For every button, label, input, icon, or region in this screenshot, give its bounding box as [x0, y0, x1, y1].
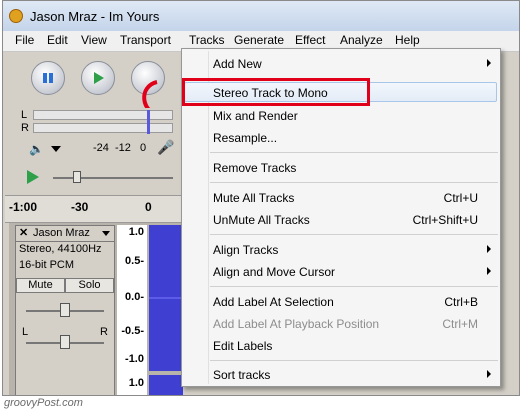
ruler-mark-a: -1:00	[9, 200, 38, 214]
speed-slider-track[interactable]	[53, 177, 173, 179]
submenu-arrow-icon	[487, 267, 491, 275]
add-label-playback-shortcut: Ctrl+M	[442, 317, 478, 331]
menu-remove-tracks[interactable]: Remove Tracks	[213, 161, 296, 175]
volume-scale-c: 0	[140, 142, 147, 154]
title-bar: Jason Mraz - Im Yours	[3, 1, 519, 31]
scale-half: 0.5-	[125, 255, 144, 267]
scale-top-channel2: 1.0	[128, 377, 144, 389]
submenu-arrow-icon	[487, 370, 491, 378]
menu-separator	[210, 360, 498, 361]
pan-left-label: L	[22, 326, 29, 338]
track-area: ✕ Jason Mraz Stereo, 44100Hz 16-bit PCM …	[9, 223, 183, 395]
microphone-icon[interactable]: 🎤	[157, 139, 174, 156]
app-icon	[9, 9, 23, 23]
track-menu-chevron-icon[interactable]	[102, 231, 110, 236]
menu-align-tracks[interactable]: Align Tracks	[213, 243, 278, 257]
waveform[interactable]	[149, 225, 183, 395]
scale-bottom: -1.0	[125, 353, 144, 365]
pan-right-label: R	[100, 326, 108, 338]
watermark: groovyPost.com	[4, 397, 83, 409]
play-button[interactable]	[81, 61, 115, 95]
waveform-graphic	[149, 225, 183, 395]
menu-effect[interactable]: Effect	[295, 33, 325, 47]
scale-zero: 0.0-	[125, 291, 144, 303]
close-icon[interactable]: ✕	[19, 226, 28, 239]
meter-right-label: R	[21, 122, 29, 134]
add-label-selection-shortcut: Ctrl+B	[444, 295, 478, 309]
menu-tracks[interactable]: Tracks	[189, 33, 225, 47]
track-format: Stereo, 44100Hz	[19, 243, 102, 255]
mute-button[interactable]: Mute	[16, 278, 65, 293]
menu-analyze[interactable]: Analyze	[340, 33, 383, 47]
menu-transport[interactable]: Transport	[120, 33, 171, 47]
track-header[interactable]: ✕ Jason Mraz	[16, 226, 114, 242]
menu-add-label-at-selection[interactable]: Add Label At Selection	[213, 295, 334, 309]
menu-sort-tracks[interactable]: Sort tracks	[213, 368, 270, 382]
solo-button[interactable]: Solo	[65, 278, 114, 293]
pan-slider-thumb[interactable]	[60, 335, 70, 349]
tracks-dropdown-menu: Add New Stereo Track to Mono Mix and Ren…	[181, 48, 501, 387]
menu-edit[interactable]: Edit	[47, 33, 68, 47]
scale-neg-half: -0.5-	[121, 325, 144, 337]
menu-resample[interactable]: Resample...	[213, 131, 277, 145]
menu-align-and-move-cursor[interactable]: Align and Move Cursor	[213, 265, 335, 279]
menu-separator	[210, 234, 498, 235]
menu-unmute-all-tracks[interactable]: UnMute All Tracks	[213, 213, 310, 227]
menu-mute-all-tracks[interactable]: Mute All Tracks	[213, 191, 294, 205]
track-bit-depth: 16-bit PCM	[19, 259, 75, 271]
gain-slider-thumb[interactable]	[60, 303, 70, 317]
timeline-ruler[interactable]: -1:00 -30 0	[5, 195, 183, 223]
unmute-all-shortcut: Ctrl+Shift+U	[412, 213, 478, 227]
pause-icon	[43, 73, 53, 83]
scale-top: 1.0	[128, 226, 144, 238]
menu-view[interactable]: View	[81, 33, 107, 47]
chevron-down-icon[interactable]	[51, 146, 61, 152]
menu-separator	[210, 286, 498, 287]
window-title: Jason Mraz - Im Yours	[30, 9, 160, 24]
menu-help[interactable]: Help	[395, 33, 420, 47]
volume-scale-b: -12	[115, 142, 131, 154]
right-meter	[33, 123, 173, 133]
menu-file[interactable]: File	[15, 33, 34, 47]
transport-toolbar	[3, 52, 183, 126]
play-at-speed-icon[interactable]	[23, 168, 41, 186]
mute-all-shortcut: Ctrl+U	[443, 191, 478, 205]
track-control-panel: ✕ Jason Mraz Stereo, 44100Hz 16-bit PCM …	[15, 225, 115, 395]
playback-speed-row	[17, 166, 183, 190]
amplitude-scale: 1.0 0.5- 0.0- -0.5- -1.0 1.0	[117, 225, 147, 395]
ruler-mark-b: -30	[71, 200, 89, 214]
menu-separator	[210, 182, 498, 183]
meter-left-label: L	[21, 109, 28, 121]
speed-slider-thumb[interactable]	[73, 171, 81, 183]
volume-scale-a: -24	[93, 142, 109, 154]
left-meter	[33, 110, 173, 120]
menu-stereo-track-to-mono[interactable]: Stereo Track to Mono	[213, 86, 328, 100]
menu-mix-and-render[interactable]: Mix and Render	[213, 109, 298, 123]
play-icon	[94, 72, 104, 84]
menu-generate[interactable]: Generate	[234, 33, 284, 47]
menu-edit-labels[interactable]: Edit Labels	[213, 339, 272, 353]
meter-marker	[147, 110, 150, 134]
level-meters: L R	[17, 108, 183, 136]
menu-add-label-at-playback-position: Add Label At Playback Position	[213, 317, 380, 331]
track-name[interactable]: Jason Mraz	[33, 227, 90, 239]
menu-add-new[interactable]: Add New	[213, 57, 262, 71]
submenu-arrow-icon	[487, 59, 491, 67]
speaker-icon: 🔈	[29, 142, 44, 156]
volume-row: 🔈 -24 -12 0 🎤	[17, 139, 183, 163]
ruler-mark-c: 0	[145, 200, 152, 214]
pause-button[interactable]	[31, 61, 65, 95]
submenu-arrow-icon	[487, 245, 491, 253]
menu-separator	[210, 152, 498, 153]
